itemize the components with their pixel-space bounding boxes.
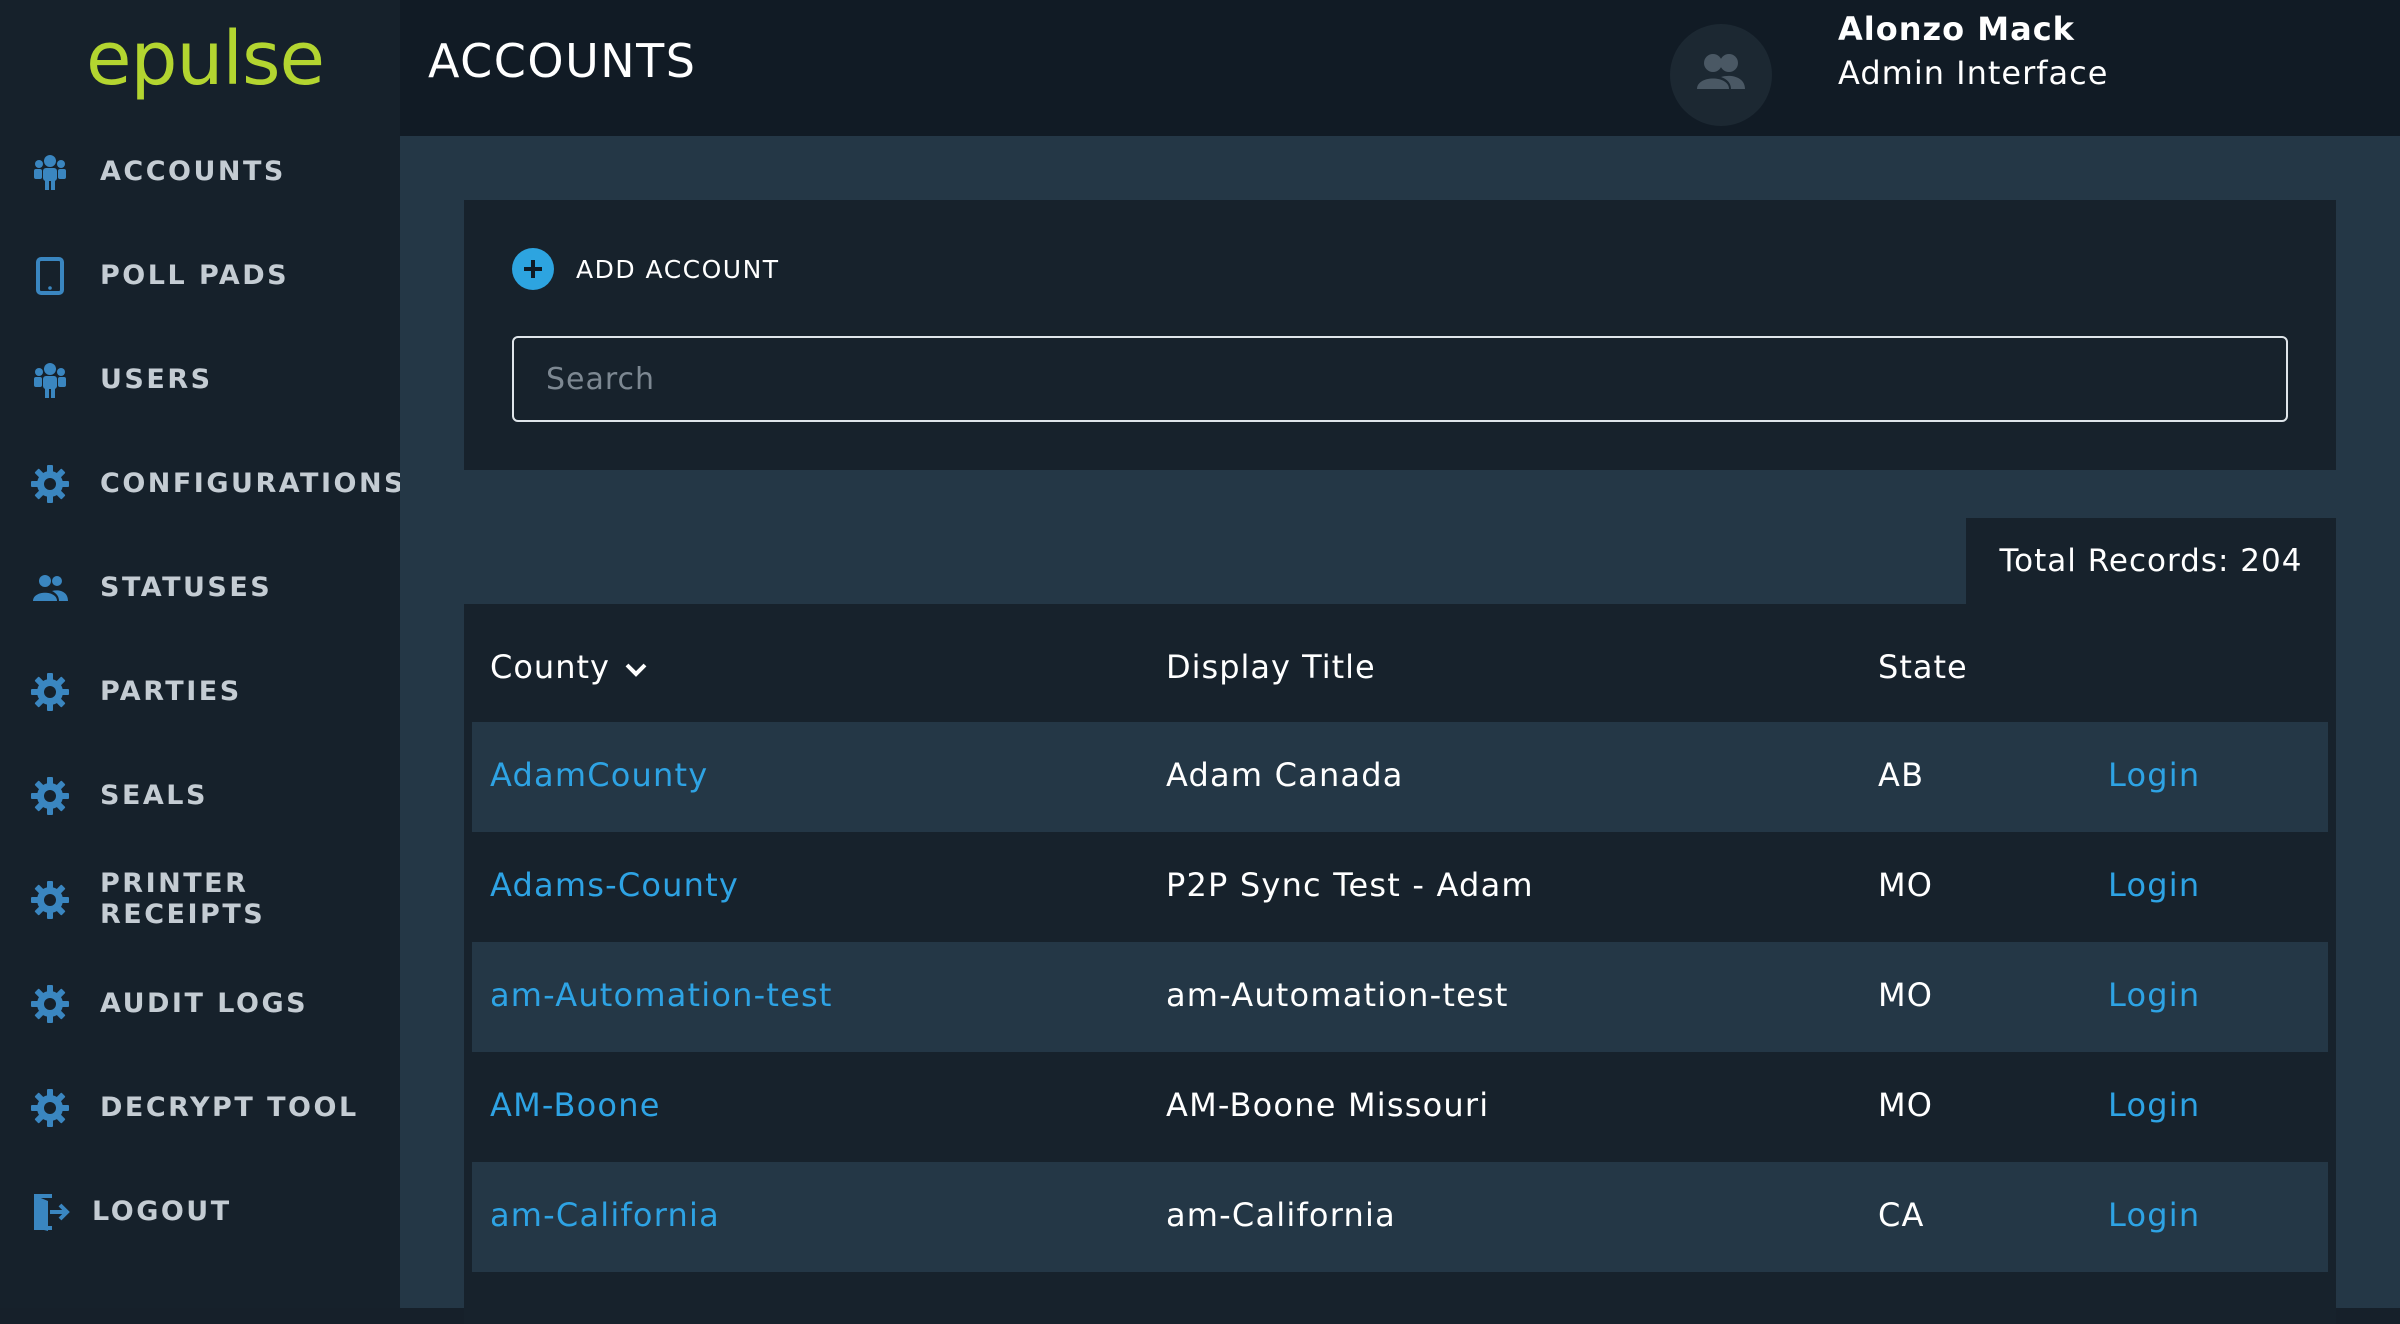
login-link[interactable]: Login (2108, 756, 2200, 794)
sidebar-item-label: PRINTER RECEIPTS (100, 868, 266, 930)
logout-icon (30, 1192, 70, 1232)
display-title-cell: am-Automation-test (1166, 976, 1509, 1014)
table-row: AdamCounty Adam Canada AB Login (472, 722, 2328, 832)
login-link[interactable]: Login (2108, 976, 2200, 1014)
gear-icon (30, 776, 70, 816)
sidebar-item-seals[interactable]: SEALS (0, 760, 400, 830)
sidebar-item-label: POLL PADS (100, 259, 290, 291)
sidebar-item-decrypt-tool[interactable]: DECRYPT TOOL (0, 1072, 400, 1142)
sidebar-item-label: LOGOUT (92, 1195, 232, 1227)
chevron-down-icon (610, 648, 648, 686)
login-link[interactable]: Login (2108, 866, 2200, 904)
sidebar-item-label: ACCOUNTS (100, 155, 286, 187)
column-header-display-title[interactable]: Display Title (1166, 648, 1376, 686)
page-title: ACCOUNTS (428, 34, 697, 88)
county-link[interactable]: AM-Boone (490, 1086, 661, 1124)
tablet-icon (30, 256, 70, 296)
avatar[interactable] (1670, 24, 1772, 126)
login-link[interactable]: Login (2108, 1086, 2200, 1124)
gear-icon (30, 672, 70, 712)
people-icon (30, 568, 70, 608)
gear-icon (30, 880, 70, 920)
plus-icon (512, 248, 554, 290)
sidebar-item-label: SEALS (100, 779, 208, 811)
sidebar-item-printer-receipts[interactable]: PRINTER RECEIPTS (0, 864, 400, 934)
main-content: ADD ACCOUNT Total Records: 204 County Di… (400, 136, 2400, 1324)
user-name: Alonzo Mack (1838, 10, 2075, 48)
table-row: am-California am-California CA Login (472, 1162, 2328, 1272)
sidebar-item-label: USERS (100, 363, 213, 395)
display-title-cell: P2P Sync Test - Adam (1166, 866, 1534, 904)
column-header-county[interactable]: County (490, 648, 648, 686)
sidebar-item-accounts[interactable]: ACCOUNTS (0, 136, 400, 206)
top-bar: ACCOUNTS Alonzo Mack Admin Interface (400, 0, 2400, 136)
sidebar-item-poll-pads[interactable]: POLL PADS (0, 240, 400, 310)
table-row: Adams-County P2P Sync Test - Adam MO Log… (472, 832, 2328, 942)
accounts-table: County Display Title State AdamCounty Ad… (464, 604, 2336, 1324)
sidebar-item-audit-logs[interactable]: AUDIT LOGS (0, 968, 400, 1038)
app-logo: epulse (86, 16, 325, 102)
state-cell: MO (1878, 1086, 1934, 1124)
display-title-cell: Adam Canada (1166, 756, 1404, 794)
total-records: Total Records: 204 (1966, 518, 2336, 604)
state-cell: AB (1878, 756, 1925, 794)
sidebar: epulse ACCOUNTS POLL PADS USERS CONFIGUR… (0, 0, 404, 1308)
users-group-icon (30, 360, 70, 400)
add-account-label: ADD ACCOUNT (576, 254, 780, 284)
sidebar-item-label: DECRYPT TOOL (100, 1091, 359, 1123)
county-link[interactable]: am-California (490, 1196, 720, 1234)
table-header: County Display Title State (464, 604, 2336, 722)
sidebar-item-label: PARTIES (100, 675, 242, 707)
gear-icon (30, 984, 70, 1024)
table-row: am-Automation-test am-Automation-test MO… (472, 942, 2328, 1052)
sidebar-item-label: CONFIGURATIONS (100, 467, 406, 499)
search-input[interactable] (512, 336, 2288, 422)
state-cell: CA (1878, 1196, 1925, 1234)
county-link[interactable]: AdamCounty (490, 756, 708, 794)
users-group-icon (30, 152, 70, 192)
sidebar-item-statuses[interactable]: STATUSES (0, 552, 400, 622)
add-account-button[interactable]: ADD ACCOUNT (512, 248, 780, 290)
display-title-cell: AM-Boone Missouri (1166, 1086, 1490, 1124)
sidebar-item-logout[interactable]: LOGOUT (0, 1176, 400, 1246)
state-cell: MO (1878, 866, 1934, 904)
user-avatar-icon (1691, 43, 1751, 107)
state-cell: MO (1878, 976, 1934, 1014)
gear-icon (30, 464, 70, 504)
county-link[interactable]: am-Automation-test (490, 976, 833, 1014)
sidebar-item-label: STATUSES (100, 571, 273, 603)
sidebar-item-parties[interactable]: PARTIES (0, 656, 400, 726)
user-role: Admin Interface (1838, 54, 2109, 92)
display-title-cell: am-California (1166, 1196, 1396, 1234)
county-link[interactable]: Adams-County (490, 866, 739, 904)
login-link[interactable]: Login (2108, 1196, 2200, 1234)
column-header-state[interactable]: State (1878, 648, 1968, 686)
table-row: AM-Boone AM-Boone Missouri MO Login (472, 1052, 2328, 1162)
sidebar-item-label: AUDIT LOGS (100, 987, 309, 1019)
gear-icon (30, 1088, 70, 1128)
search-card: ADD ACCOUNT (464, 200, 2336, 470)
sidebar-item-configurations[interactable]: CONFIGURATIONS (0, 448, 404, 518)
column-header-label: County (490, 648, 610, 686)
sidebar-item-users[interactable]: USERS (0, 344, 400, 414)
